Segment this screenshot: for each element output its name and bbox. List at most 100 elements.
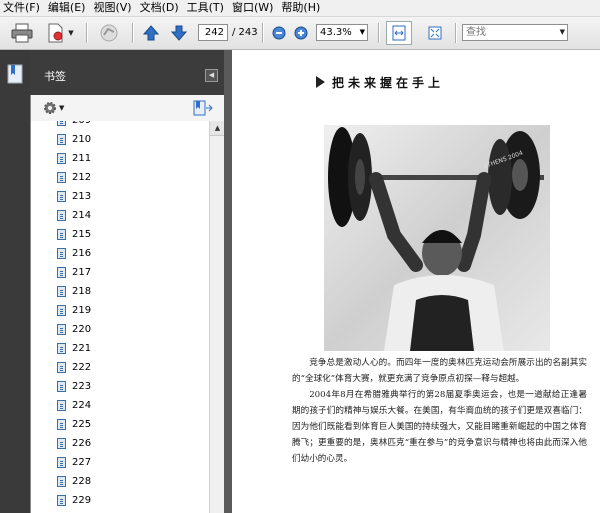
- bookmark-label: 216: [72, 248, 92, 259]
- bookmark-item[interactable]: 228: [57, 472, 91, 491]
- fit-width-button[interactable]: [386, 21, 412, 45]
- bookmark-icon: [57, 324, 66, 335]
- printer-icon: [11, 23, 33, 43]
- zoom-level-input[interactable]: 43.3% ▼: [316, 24, 368, 41]
- bookmarks-title: 书签: [44, 70, 66, 83]
- paragraph: 2004年8月在希腊雅典举行的第28届夏季奥运会，也是一道献给正逢暑期的孩子们的…: [292, 390, 587, 464]
- full-screen-icon: [428, 26, 442, 40]
- print-button[interactable]: [8, 21, 36, 45]
- zoom-out-button[interactable]: [270, 21, 288, 45]
- bookmark-label: 210: [72, 134, 92, 145]
- bookmark-icon: [57, 121, 66, 126]
- pane-splitter[interactable]: [224, 50, 232, 513]
- menu-edit[interactable]: 编辑(E): [44, 0, 90, 16]
- scroll-up-button[interactable]: ▲: [210, 121, 225, 136]
- chevron-down-icon: ▼: [59, 104, 65, 112]
- full-screen-button[interactable]: [422, 21, 448, 45]
- bookmark-item[interactable]: 220: [57, 320, 91, 339]
- menu-view[interactable]: 视图(V): [89, 0, 135, 16]
- bookmark-item[interactable]: 225: [57, 415, 91, 434]
- bookmark-icon: [57, 210, 66, 221]
- chevron-down-icon: ▼: [359, 28, 365, 36]
- navigation-pane-strip: [0, 50, 30, 513]
- create-pdf-button[interactable]: ▼: [42, 21, 78, 45]
- bookmarks-list: 209 210 211 212 213 214 215 216 217 218 …: [31, 121, 209, 513]
- weightlifter-photo: ATHENS 2004: [324, 125, 550, 351]
- bookmark-item[interactable]: 210: [57, 130, 91, 149]
- search-input[interactable]: 查找 ▼: [462, 24, 568, 41]
- zoom-out-icon: [272, 26, 286, 40]
- document-view[interactable]: 把未来握在手上 ATHENS 2004 竞争总是激动人心的。而四年一度的奥林匹克…: [232, 50, 600, 513]
- bookmarks-scrollbar[interactable]: ▲: [209, 121, 225, 513]
- bookmark-item[interactable]: 221: [57, 339, 91, 358]
- bookmark-icon: [57, 400, 66, 411]
- bookmark-label: 226: [72, 438, 92, 449]
- menu-document[interactable]: 文档(D): [136, 0, 183, 16]
- bookmark-item[interactable]: 217: [57, 263, 91, 282]
- bookmark-item[interactable]: 213: [57, 187, 91, 206]
- bookmark-label: 215: [72, 229, 92, 240]
- page-heading: 把未来握在手上: [332, 76, 445, 90]
- next-page-button[interactable]: [167, 21, 191, 45]
- zoom-in-icon: [294, 26, 308, 40]
- separator: [455, 23, 457, 43]
- search-placeholder: 查找: [466, 27, 486, 38]
- gear-icon: [44, 102, 56, 114]
- previous-page-button[interactable]: [139, 21, 163, 45]
- bookmark-panel-icon: [7, 64, 23, 84]
- bookmark-item[interactable]: 218: [57, 282, 91, 301]
- bookmarks-tab-button[interactable]: [6, 64, 24, 87]
- zoom-in-button[interactable]: [292, 21, 310, 45]
- fit-width-icon: [392, 25, 406, 41]
- bookmark-item[interactable]: 229: [57, 491, 91, 510]
- menu-bar: 文件(F) 编辑(E) 视图(V) 文档(D) 工具(T) 窗口(W) 帮助(H…: [0, 0, 600, 17]
- bookmarks-panel: ▼ 209 210 211 212 213 214 215 216 217 21…: [30, 95, 225, 513]
- bookmark-label: 209: [72, 121, 91, 126]
- bookmark-icon: [57, 476, 66, 487]
- menu-tools[interactable]: 工具(T): [183, 0, 228, 16]
- bookmark-label: 224: [72, 400, 92, 411]
- bookmark-item[interactable]: 216: [57, 244, 91, 263]
- bookmark-item[interactable]: 212: [57, 168, 91, 187]
- bookmark-item[interactable]: 214: [57, 206, 91, 225]
- bookmark-label: 223: [72, 381, 92, 392]
- bookmark-item[interactable]: 211: [57, 149, 91, 168]
- menu-window[interactable]: 窗口(W): [228, 0, 277, 16]
- menu-help[interactable]: 帮助(H): [277, 0, 324, 16]
- bookmark-label: 228: [72, 476, 92, 487]
- collaborate-button[interactable]: [94, 21, 124, 45]
- bookmark-label: 220: [72, 324, 92, 335]
- bookmark-icon: [57, 343, 66, 354]
- bookmark-item[interactable]: 222: [57, 358, 91, 377]
- body-text: 竞争总是激动人心的。而四年一度的奥林匹克运动会所展示出的名副其实的“全球化”体育…: [292, 355, 587, 467]
- document-gear-icon: [48, 23, 63, 43]
- bookmark-label: 218: [72, 286, 92, 297]
- bookmark-icon: [57, 229, 66, 240]
- bookmarks-header: 书签 ◀: [30, 50, 224, 95]
- zoom-level-value: 43.3%: [320, 27, 352, 38]
- bookmark-item[interactable]: 219: [57, 301, 91, 320]
- new-bookmark-button[interactable]: [193, 100, 213, 119]
- bookmark-item[interactable]: 226: [57, 434, 91, 453]
- bookmark-icon: [57, 457, 66, 468]
- bookmark-label: 212: [72, 172, 92, 183]
- photo-illustration: ATHENS 2004: [324, 125, 550, 351]
- bookmark-item[interactable]: 224: [57, 396, 91, 415]
- collapse-panel-button[interactable]: ◀: [205, 69, 218, 82]
- page-number-input[interactable]: 242: [198, 24, 228, 41]
- bookmark-label: 225: [72, 419, 92, 430]
- hand-stamp-icon: [100, 24, 118, 42]
- bookmark-item[interactable]: 215: [57, 225, 91, 244]
- bookmark-item[interactable]: 223: [57, 377, 91, 396]
- bookmark-label: 221: [72, 343, 92, 354]
- separator: [378, 23, 380, 43]
- bookmark-label: 222: [72, 362, 92, 373]
- bookmark-label: 214: [72, 210, 92, 221]
- menu-file[interactable]: 文件(F): [0, 0, 44, 16]
- bookmark-icon: [57, 267, 66, 278]
- bookmark-item[interactable]: 227: [57, 453, 91, 472]
- bookmark-item[interactable]: 209: [57, 121, 91, 130]
- options-button[interactable]: ▼: [43, 101, 64, 115]
- new-bookmark-icon: [193, 100, 213, 116]
- page-count-label: / 243: [232, 27, 258, 38]
